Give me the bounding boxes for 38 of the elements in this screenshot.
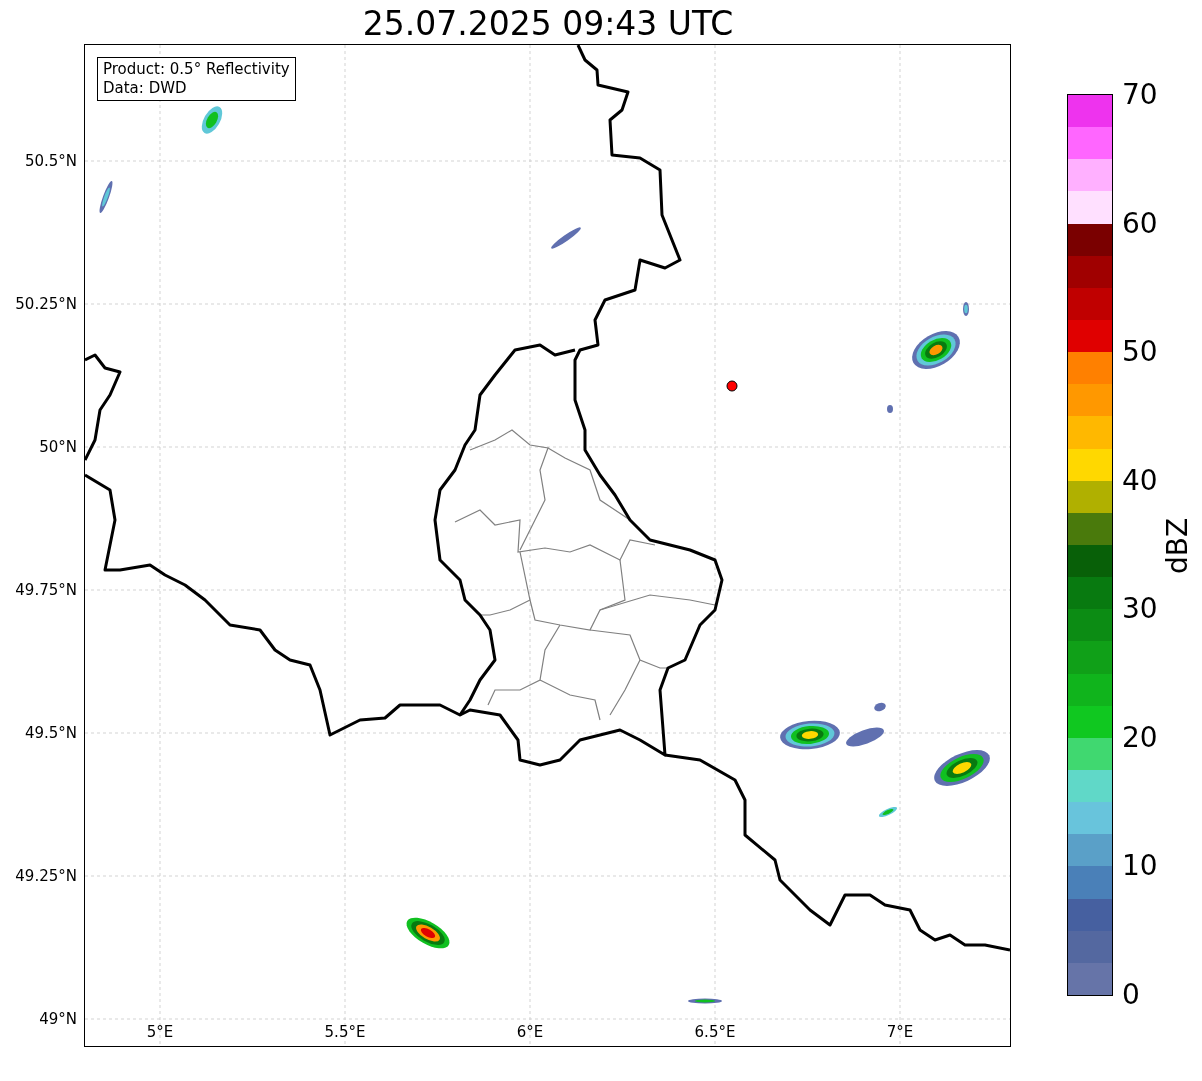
radar-echo: [846, 727, 884, 747]
latitude-tick-label: 49.25°N: [14, 866, 77, 886]
chart-title: 25.07.2025 09:43 UTC: [361, 4, 735, 44]
longitude-tick-label: 6.5°E: [693, 1022, 737, 1042]
colorbar-tick-label: 70: [1122, 79, 1158, 111]
radar-echo: [963, 302, 969, 316]
radar-echo: [874, 702, 886, 712]
colorbar-tick-label: 50: [1122, 336, 1158, 369]
latitude-tick-label: 50.5°N: [23, 151, 77, 171]
radar-echo: [406, 917, 450, 949]
radar-echo: [201, 106, 223, 134]
colorbar-tick-label: 20: [1122, 721, 1158, 754]
longitude-tick-label: 6°E: [515, 1022, 545, 1042]
longitude-tick-label: 7°E: [885, 1022, 915, 1042]
legend-text: Product: 0.5° Reflectivity: [103, 60, 290, 79]
radar-echo: [99, 181, 113, 213]
colorbar-label: dBZ: [1162, 516, 1194, 577]
radar-echo: [780, 720, 840, 750]
colorbar-tick-label: 60: [1122, 207, 1158, 240]
latitude-tick-label: 50.25°N: [14, 294, 77, 314]
colorbar-tick-label: 40: [1122, 464, 1158, 497]
radar-echo: [878, 807, 898, 817]
radar-echo: [887, 405, 893, 413]
longitude-tick-label: 5.5°E: [323, 1022, 367, 1042]
latitude-tick-label: 49.75°N: [14, 580, 77, 600]
latitude-tick-label: 49°N: [38, 1009, 77, 1029]
longitude-tick-label: 5°E: [145, 1022, 175, 1042]
colorbar-tick-label: 30: [1122, 593, 1158, 626]
radar-echo: [688, 998, 722, 1004]
legend-text: Data: DWD: [103, 79, 188, 98]
latitude-tick-label: 49.5°N: [23, 723, 77, 743]
colorbar-tick-label: 0: [1122, 979, 1140, 1011]
latitude-tick-label: 50°N: [38, 437, 77, 457]
radar-echo: [912, 331, 960, 369]
radar-echo: [934, 750, 990, 786]
radar-site-marker: [726, 380, 738, 392]
radar-echo: [551, 227, 581, 249]
colorbar-tick-label: 10: [1122, 850, 1158, 883]
